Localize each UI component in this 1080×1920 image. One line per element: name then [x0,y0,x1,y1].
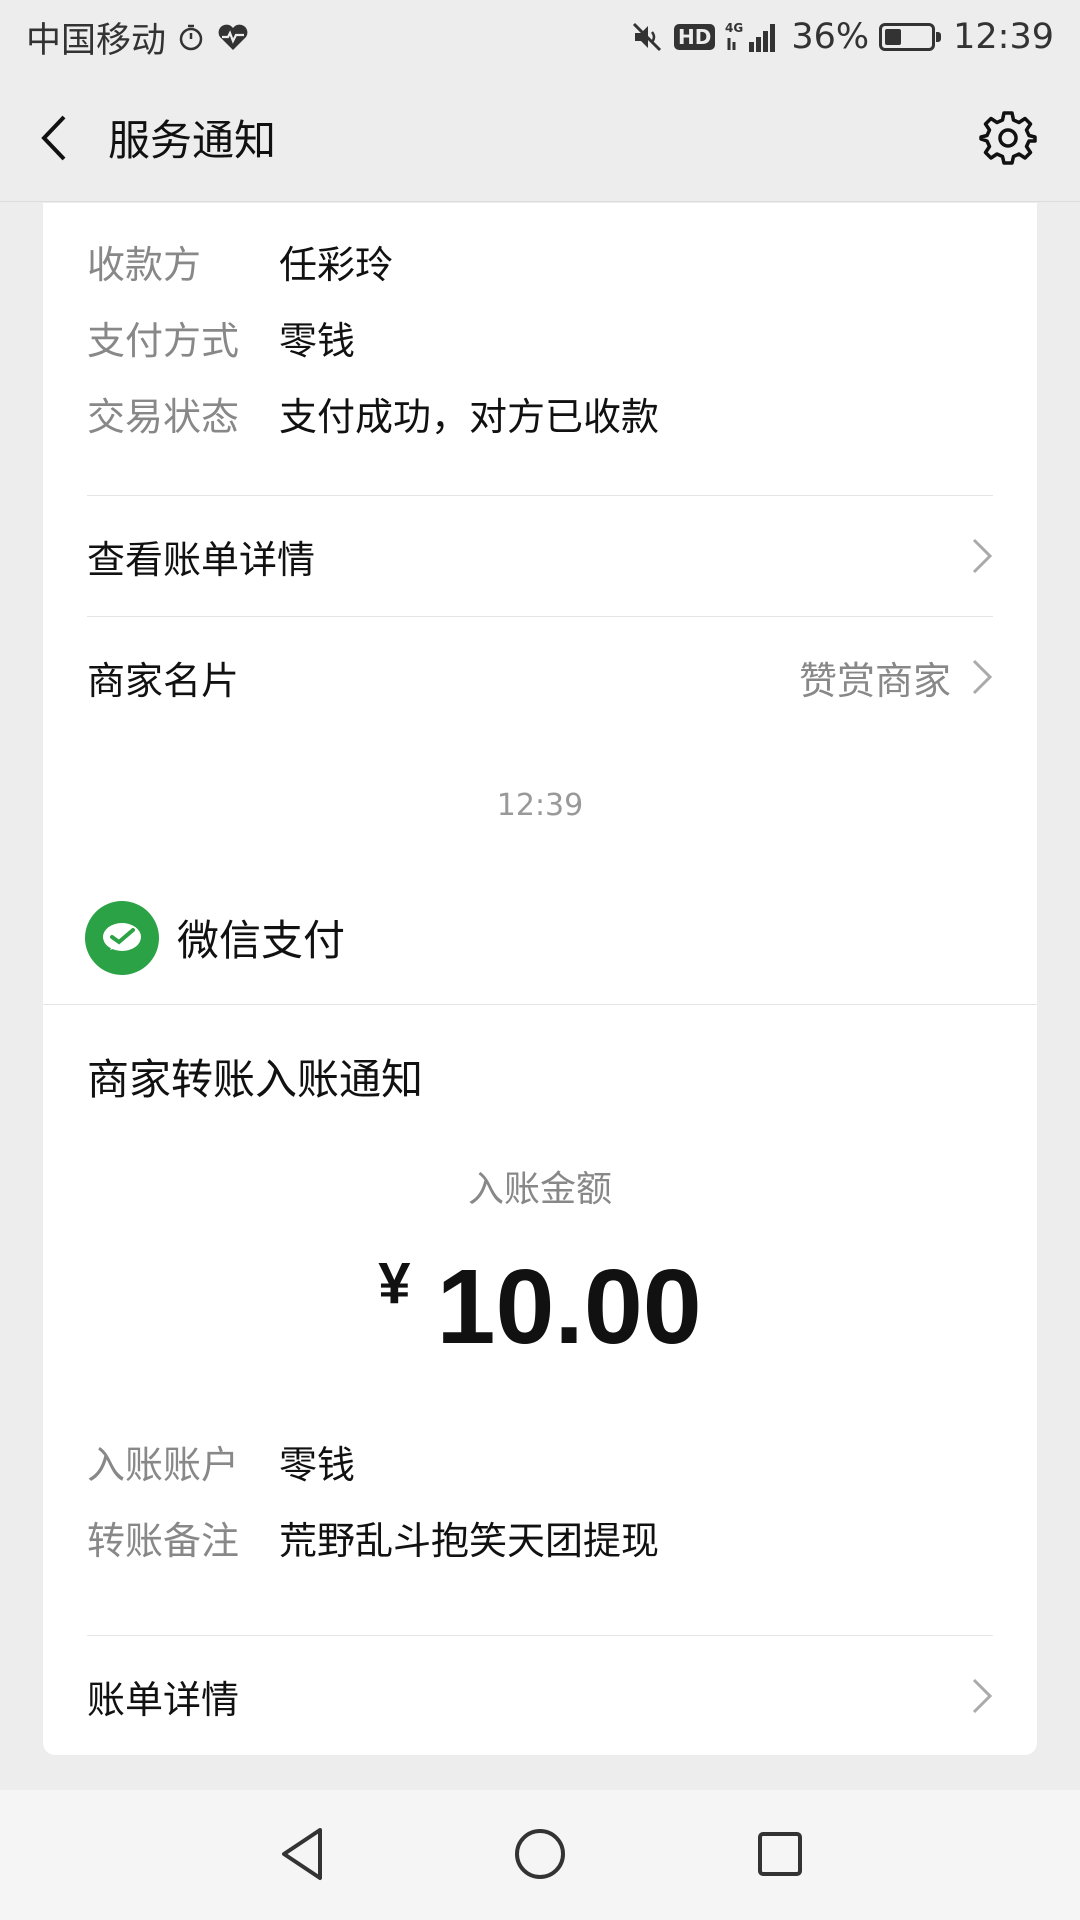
signal-icon: 4G [725,20,781,54]
bill-details-label: 账单详情 [87,1677,240,1722]
transfer-notice-card[interactable]: 微信支付 商家转账入账通知 入账金额 ¥10.00 入账账户 零钱 转账备注 荒… [43,871,1037,1755]
card-source-title: 微信支付 [177,916,346,965]
transfer-remark-value: 荒野乱斗抱笑天团提现 [279,1518,660,1563]
square-recents-icon [758,1832,802,1876]
carrier-name: 中国移动 [26,20,167,61]
wechat-pay-icon [85,900,159,975]
chevron-right-icon [972,538,993,574]
payee-row: 收款方 任彩玲 [87,231,393,291]
nav-recents-button[interactable] [748,1820,812,1888]
nav-home-button[interactable] [508,1820,572,1888]
health-heart-icon [216,22,250,52]
transaction-status-value: 支付成功，对方已收款 [279,394,660,439]
transaction-status-row: 交易状态 支付成功，对方已收款 [87,383,659,443]
clock: 12:39 [953,17,1054,57]
transfer-remark-row: 转账备注 荒野乱斗抱笑天团提现 [87,1507,659,1567]
amount-label: 入账金额 [467,1169,612,1210]
card-header: 微信支付 [43,871,1037,1005]
amount-value: 10.00 [436,1248,702,1366]
back-button[interactable] [4,74,104,202]
timer-icon [176,22,206,52]
credit-account-key: 入账账户 [87,1442,240,1487]
reward-merchant[interactable]: 赞赏商家 [799,650,993,705]
hd-badge: HD [673,24,716,50]
payment-notice-card: 收款方 任彩玲 支付方式 零钱 交易状态 支付成功，对方已收款 查看账单详情 商… [43,203,1037,945]
transaction-status-key: 交易状态 [87,394,240,439]
nav-bar: 服务通知 [0,74,1080,202]
battery-icon [879,23,942,51]
mute-icon [630,20,664,54]
view-bill-details-label: 查看账单详情 [87,537,316,582]
nav-back-button[interactable] [270,1818,334,1890]
transfer-remark-key: 转账备注 [87,1518,240,1563]
system-nav-bar [0,1790,1080,1920]
amount: ¥10.00 [43,1247,1037,1368]
payment-method-value: 零钱 [279,318,356,363]
status-left: 中国移动 [26,12,250,63]
page-title: 服务通知 [108,116,277,165]
credit-account-row: 入账账户 零钱 [87,1431,355,1491]
settings-button[interactable] [976,106,1040,170]
status-bar: 中国移动 HD 4G 36% 12:39 [0,0,1080,74]
credit-account-value: 零钱 [279,1442,356,1487]
gear-icon [979,111,1037,165]
message-list[interactable]: 收款方 任彩玲 支付方式 零钱 交易状态 支付成功，对方已收款 查看账单详情 商… [0,203,1080,1790]
status-right: HD 4G 36% 12:39 [630,17,1054,57]
bill-details-link[interactable]: 账单详情 [87,1636,993,1756]
payee-value: 任彩玲 [279,242,394,287]
circle-home-icon [515,1829,565,1879]
chevron-right-icon [972,659,993,695]
view-bill-details-link[interactable]: 查看账单详情 [87,496,993,616]
notice-title: 商家转账入账通知 [87,1055,424,1104]
payee-key: 收款方 [87,242,202,287]
chevron-left-icon [41,115,66,160]
merchant-card-link[interactable]: 商家名片 赞赏商家 [87,617,993,737]
battery-percent: 36% [791,17,870,57]
triangle-back-icon [282,1828,322,1880]
reward-merchant-label: 赞赏商家 [798,658,951,703]
merchant-card-label: 商家名片 [87,658,240,703]
currency-symbol: ¥ [378,1251,411,1316]
payment-method-row: 支付方式 零钱 [87,307,355,367]
network-type: 4G [725,21,743,35]
message-timestamp: 12:39 [496,788,584,823]
battery-fill [885,29,901,45]
chevron-right-icon [972,1678,993,1714]
payment-method-key: 支付方式 [87,318,240,363]
